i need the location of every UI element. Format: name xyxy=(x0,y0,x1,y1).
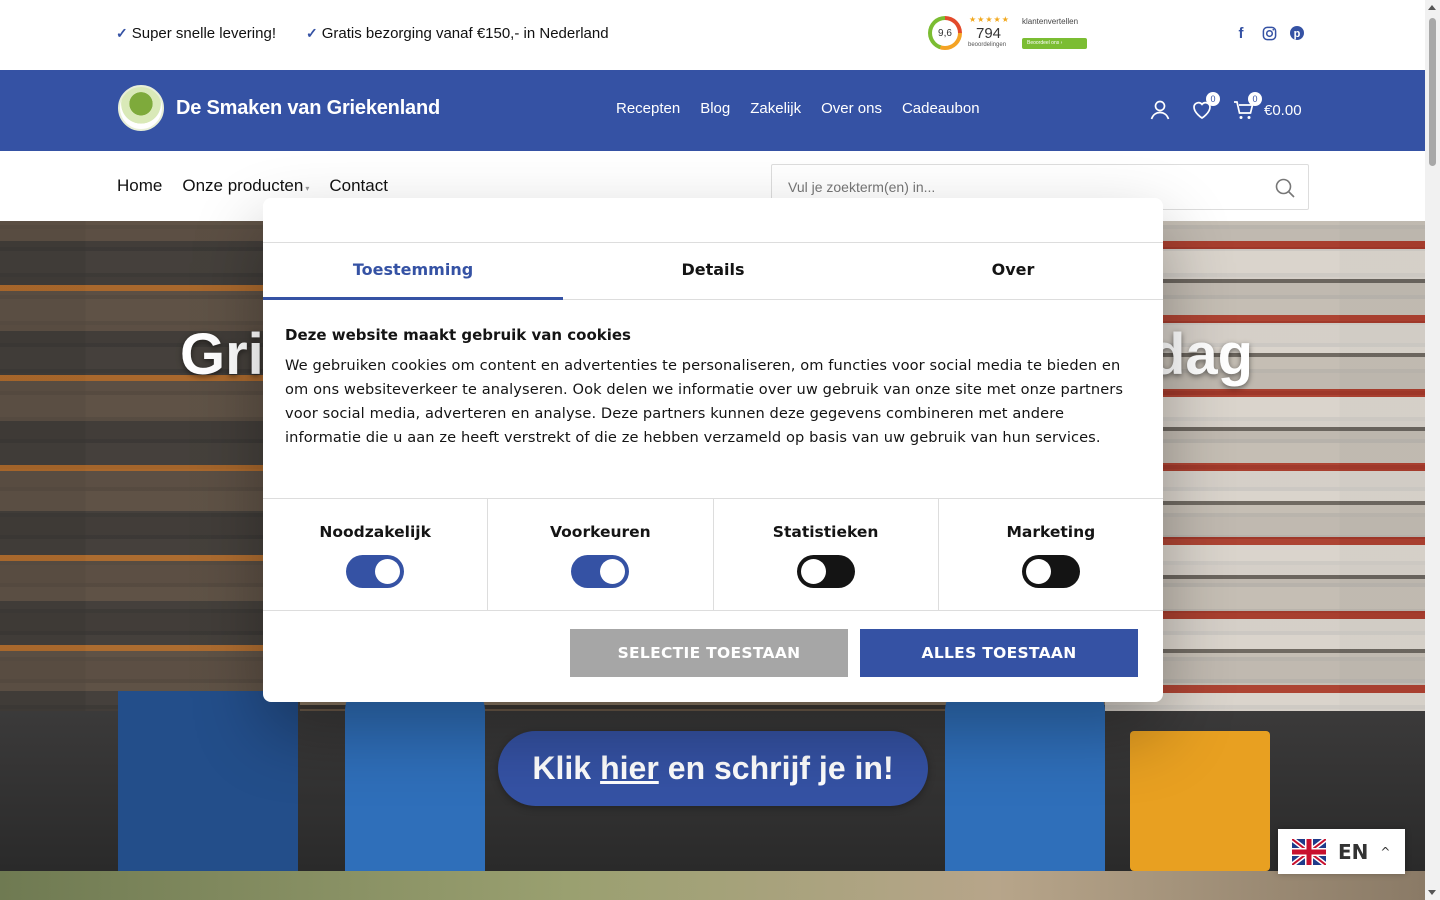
chevron-down-icon: ▾ xyxy=(305,184,310,193)
statistieken-switch[interactable] xyxy=(796,555,855,588)
svg-text:p: p xyxy=(1294,28,1301,40)
cookie-tabs: Toestemming Details Over xyxy=(263,242,1163,300)
toggle-label: Voorkeuren xyxy=(550,523,651,541)
scroll-up-icon[interactable] xyxy=(1428,5,1436,10)
wishlist-count: 0 xyxy=(1206,92,1220,106)
language-switcher[interactable]: EN ^ xyxy=(1278,829,1405,874)
hero-person xyxy=(345,681,485,871)
check-icon: ✓ xyxy=(116,25,128,41)
scrollbar-thumb[interactable] xyxy=(1429,18,1436,166)
site-logo[interactable]: De Smaken van Griekenland xyxy=(118,85,440,131)
noodzakelijk-switch[interactable] xyxy=(346,555,405,588)
next-section-image xyxy=(0,871,1425,900)
page-scrollbar[interactable] xyxy=(1425,0,1440,900)
nav-contact[interactable]: Contact xyxy=(329,176,388,196)
cta-link[interactable]: hier xyxy=(600,750,659,787)
nav-cadeaubon[interactable]: Cadeaubon xyxy=(902,100,980,117)
usp-delivery-text: Super snelle levering! xyxy=(131,25,276,42)
usp-free-shipping: ✓ Gratis bezorging vanaf €150,- in Neder… xyxy=(306,25,609,42)
tab-details[interactable]: Details xyxy=(563,243,863,299)
cookie-body: Deze website maakt gebruik van cookies W… xyxy=(285,326,1141,450)
review-stars: ★★★★★ xyxy=(969,15,1010,24)
tab-over[interactable]: Over xyxy=(863,243,1163,299)
rate-us-button[interactable]: Beoordeel ons › xyxy=(1022,38,1087,49)
secondary-nav: Home Onze producten ▾ Contact xyxy=(117,176,388,196)
review-score-circle: 9,6 xyxy=(928,16,962,50)
tab-toestemming[interactable]: Toestemming xyxy=(263,243,563,300)
voorkeuren-switch[interactable] xyxy=(571,555,630,588)
cookie-consent-dialog: Toestemming Details Over Deze website ma… xyxy=(263,198,1163,702)
hero-blue-bin xyxy=(118,691,298,871)
usp-delivery: ✓ Super snelle levering! xyxy=(116,25,276,42)
instagram-icon[interactable] xyxy=(1260,24,1278,42)
toggle-marketing: Marketing xyxy=(939,499,1163,610)
nav-onze-producten-label: Onze producten xyxy=(182,176,304,195)
cta-suffix: en schrijf je in! xyxy=(667,750,894,786)
signup-cta-button[interactable]: Klik hier en schrijf je in! xyxy=(498,731,928,806)
review-widget[interactable]: 9,6 ★★★★★ 794 beoordelingen klantenverte… xyxy=(928,14,1088,52)
pinterest-icon[interactable]: p xyxy=(1288,24,1306,42)
header-actions: 0 0 €0.00 xyxy=(1148,92,1302,122)
allow-all-button[interactable]: ALLES TOESTAAN xyxy=(860,629,1138,677)
main-nav: Recepten Blog Zakelijk Over ons Cadeaubo… xyxy=(616,100,980,117)
allow-selection-button[interactable]: SELECTIE TOESTAAN xyxy=(570,629,848,677)
cta-prefix: Klik xyxy=(532,750,592,786)
facebook-icon[interactable]: f xyxy=(1232,24,1250,42)
cookie-category-toggles: Noodzakelijk Voorkeuren Statistieken Mar… xyxy=(263,498,1163,611)
review-count-label: beoordelingen xyxy=(968,42,1007,48)
uk-flag-icon xyxy=(1292,838,1326,865)
cart-count: 0 xyxy=(1248,92,1262,106)
rate-us-label: Beoordeel ons xyxy=(1027,40,1060,46)
nav-blog[interactable]: Blog xyxy=(700,100,730,117)
marketing-switch[interactable] xyxy=(1021,555,1080,588)
scroll-down-icon[interactable] xyxy=(1428,890,1436,895)
hero-yellow-crate xyxy=(1130,731,1270,871)
nav-over-ons[interactable]: Over ons xyxy=(821,100,882,117)
chevron-up-icon: ^ xyxy=(1380,844,1391,859)
logo-text: De Smaken van Griekenland xyxy=(176,96,441,119)
check-icon: ✓ xyxy=(306,25,318,41)
cookie-text: We gebruiken cookies om content en adver… xyxy=(285,357,1124,446)
toggle-label: Marketing xyxy=(1006,523,1096,541)
wishlist-icon[interactable]: 0 xyxy=(1190,92,1220,122)
social-links: f p xyxy=(1232,24,1306,42)
toggle-noodzakelijk: Noodzakelijk xyxy=(263,499,489,610)
cart-total[interactable]: €0.00 xyxy=(1264,102,1302,119)
toggle-label: Noodzakelijk xyxy=(319,523,431,541)
main-header: De Smaken van Griekenland Recepten Blog … xyxy=(0,70,1425,151)
account-icon[interactable] xyxy=(1148,98,1172,122)
hero-person xyxy=(945,681,1105,871)
toggle-label: Statistieken xyxy=(772,523,879,541)
nav-onze-producten[interactable]: Onze producten ▾ xyxy=(182,176,309,196)
review-count: 794 xyxy=(976,25,1002,42)
cart-icon[interactable]: 0 xyxy=(1232,92,1262,122)
toggle-voorkeuren: Voorkeuren xyxy=(488,499,714,610)
language-code: EN xyxy=(1338,839,1369,864)
toggle-statistieken: Statistieken xyxy=(714,499,939,610)
top-bar: ✓ Super snelle levering! ✓ Gratis bezorg… xyxy=(0,0,1425,70)
usp-free-shipping-text: Gratis bezorging vanaf €150,- in Nederla… xyxy=(321,25,609,42)
review-score: 9,6 xyxy=(932,20,958,46)
logo-tree-icon xyxy=(118,85,164,131)
review-brand: klantenvertellen xyxy=(1022,17,1079,26)
nav-home[interactable]: Home xyxy=(117,176,162,196)
hero-title-left: Gri xyxy=(180,322,264,387)
hero-title-right: dag xyxy=(1150,322,1254,387)
nav-zakelijk[interactable]: Zakelijk xyxy=(750,100,801,117)
cookie-heading: Deze website maakt gebruik van cookies xyxy=(285,326,631,344)
search-icon[interactable] xyxy=(1274,177,1296,199)
nav-recepten[interactable]: Recepten xyxy=(616,100,680,117)
